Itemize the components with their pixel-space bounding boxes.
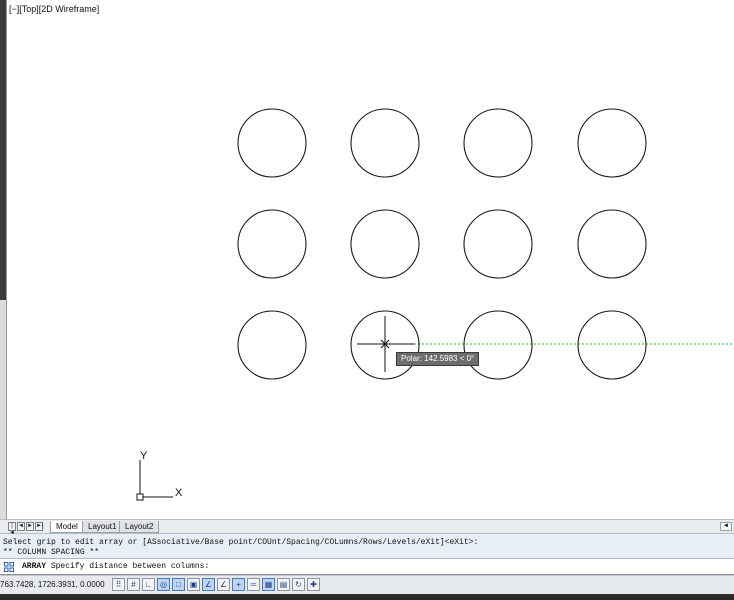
quickprops-icon[interactable]: ▤: [277, 578, 290, 591]
ucs-y-label: Y: [140, 450, 148, 462]
ducs-icon[interactable]: ∠: [217, 578, 230, 591]
taskbar-strip: [0, 594, 734, 600]
annotation-monitor-icon[interactable]: ✚: [307, 578, 320, 591]
array-circle[interactable]: [463, 108, 533, 178]
ucs-origin-box: [136, 493, 144, 501]
array-circle[interactable]: [577, 209, 647, 279]
command-prompt-text: Specify distance between columns:: [50, 562, 210, 571]
left-edge-dark-strip: [0, 0, 6, 300]
command-name: ARRAY: [22, 562, 47, 571]
first-tab-button[interactable]: |◄: [8, 522, 16, 536]
status-bar: 763.7428, 1726.3931, 0.0000 ⠿ # ∟ ◎ □ ▣ ∠ ∠ + ═ ▦ ▤…: [0, 575, 734, 594]
dyn-icon[interactable]: +: [232, 578, 245, 591]
scroll-right-button[interactable]: ◄: [720, 522, 732, 531]
polar-icon[interactable]: ◎: [157, 578, 170, 591]
command-history: Select grip to edit array or [ASsociativ…: [0, 534, 734, 559]
array-circle[interactable]: [237, 209, 307, 279]
next-tab-button[interactable]: ►: [26, 522, 34, 531]
layout-tab-bar: |◄ ◄ ► ►| Model Layout1 Layout2 ◄: [0, 519, 734, 536]
command-prompt[interactable]: ARRAY Specify distance between columns:: [22, 559, 209, 574]
coordinate-readout[interactable]: 763.7428, 1726.3931, 0.0000: [0, 576, 105, 594]
previous-tab-button[interactable]: ◄: [17, 522, 25, 531]
array-circle[interactable]: [577, 310, 647, 380]
otrack-icon[interactable]: ∠: [202, 578, 215, 591]
viewport-controls-label[interactable]: [−][Top][2D Wireframe]: [9, 4, 99, 14]
grid-icon[interactable]: #: [127, 578, 140, 591]
command-history-line: Select grip to edit array or [ASsociativ…: [3, 538, 479, 547]
tab-model[interactable]: Model: [50, 521, 84, 533]
command-history-line: ** COLUMN SPACING **: [3, 548, 100, 557]
tab-layout2[interactable]: Layout2: [119, 521, 160, 533]
ucs-x-label: X: [175, 487, 183, 499]
array-circle[interactable]: [463, 310, 533, 380]
array-circle[interactable]: [237, 108, 307, 178]
array-circle[interactable]: [577, 108, 647, 178]
left-edge-panel: [0, 0, 7, 519]
tab-layout1[interactable]: Layout1: [82, 521, 123, 533]
selection-cycling-icon[interactable]: ↻: [292, 578, 305, 591]
command-line-icon[interactable]: [4, 562, 14, 572]
ortho-icon[interactable]: ∟: [142, 578, 155, 591]
last-tab-button[interactable]: ►|: [35, 522, 44, 531]
drawing-canvas[interactable]: YX: [0, 0, 734, 519]
transparency-icon[interactable]: ▦: [262, 578, 275, 591]
lineweight-icon[interactable]: ═: [247, 578, 260, 591]
polar-tracking-tooltip: Polar: 142.5983 < 0°: [396, 352, 480, 366]
array-circle[interactable]: [237, 310, 307, 380]
snap-icon[interactable]: ⠿: [112, 578, 125, 591]
osnap-icon[interactable]: □: [172, 578, 185, 591]
array-circle[interactable]: [463, 209, 533, 279]
array-circle[interactable]: [350, 108, 420, 178]
drawing-viewport[interactable]: YX [−][Top][2D Wireframe] Polar: 142.598…: [0, 0, 734, 519]
3dosnap-icon[interactable]: ▣: [187, 578, 200, 591]
command-line[interactable]: ARRAY Specify distance between columns:: [0, 559, 734, 575]
array-circle[interactable]: [350, 209, 420, 279]
